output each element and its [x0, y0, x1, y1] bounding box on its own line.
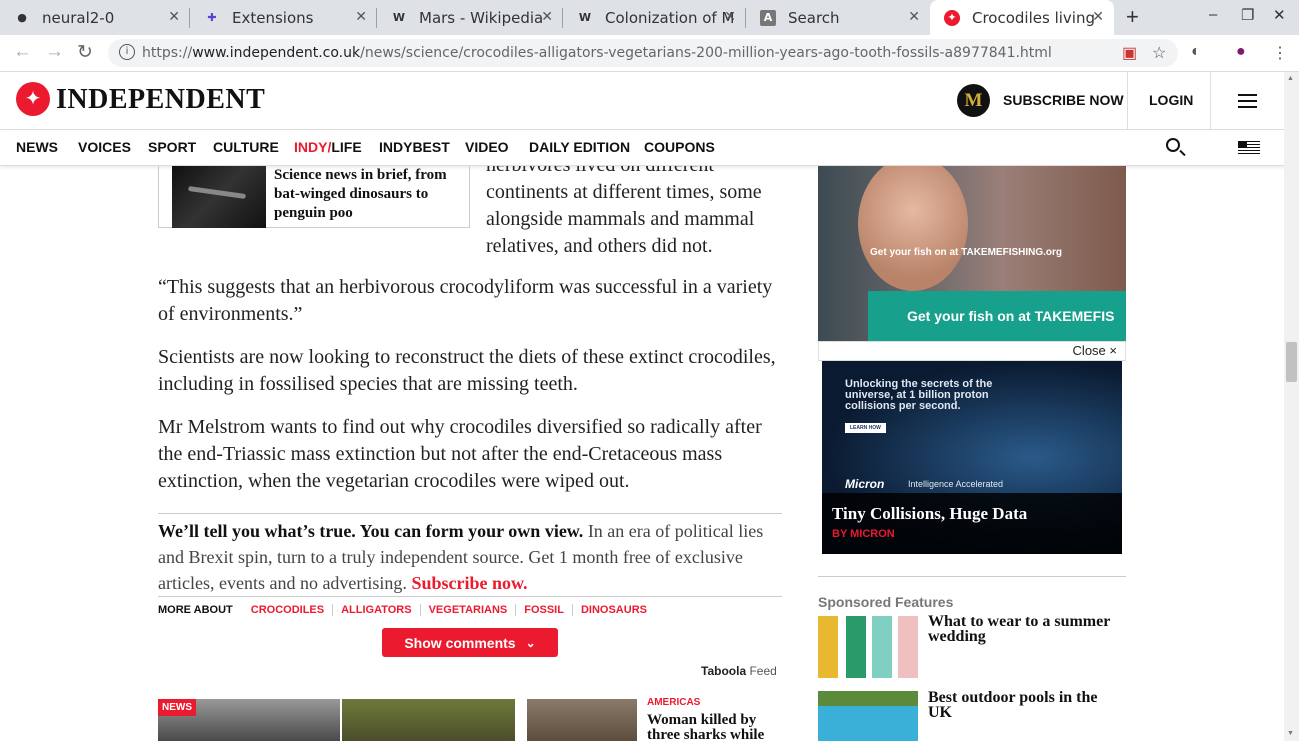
us-flag-icon[interactable]	[1238, 141, 1260, 155]
close-tab-icon[interactable]: ✕	[541, 9, 553, 25]
micron-logo: Micron	[845, 477, 885, 491]
show-comments-button[interactable]: Show comments ⌄	[382, 628, 558, 657]
card-section-label: AMERICAS	[647, 697, 701, 708]
github-icon: ●	[17, 11, 27, 24]
wikipedia-icon: W	[392, 11, 406, 24]
close-tab-icon[interactable]: ✕	[724, 9, 736, 25]
divider	[818, 576, 1126, 577]
tab-colonization[interactable]: W Colonization of M ✕	[563, 0, 746, 35]
back-icon[interactable]: ←	[13, 41, 32, 63]
related-article-title[interactable]: Science news in brief, from bat-winged d…	[274, 166, 464, 223]
ad-banner[interactable]: Get your fish on at TAKEMEFIS	[868, 291, 1126, 341]
nav-video[interactable]: VIDEO	[465, 139, 509, 155]
related-article-card[interactable]: Science news in brief, from bat-winged d…	[158, 166, 470, 228]
nav-indybest[interactable]: INDYBEST	[379, 139, 450, 155]
ad-image	[858, 166, 968, 291]
chrome-menu-icon[interactable]: ⋮	[1272, 43, 1288, 63]
tab-search[interactable]: A Search ✕	[746, 0, 930, 35]
window-close-icon[interactable]: ✕	[1273, 6, 1286, 24]
feed-card-title[interactable]: Woman killed by three sharks while	[647, 713, 777, 741]
related-thumbnail	[172, 166, 266, 228]
ad-sponsor: BY MICRON	[832, 528, 895, 540]
close-tab-icon[interactable]: ✕	[355, 9, 367, 25]
sponsored-title[interactable]: Best outdoor pools in the UK	[928, 690, 1123, 721]
tab-extensions[interactable]: ✚ Extensions ✕	[190, 0, 377, 35]
eagle-logo-icon[interactable]: ✦	[16, 82, 50, 116]
article-paragraph: Scientists are now looking to reconstruc…	[158, 346, 776, 395]
feed-card-image[interactable]	[342, 699, 515, 741]
subscribe-link[interactable]: Subscribe now.	[411, 573, 527, 593]
nav-voices[interactable]: VOICES	[78, 139, 131, 155]
search-tab-icon: A	[760, 9, 776, 26]
tag-dinosaurs[interactable]: DINOSAURS	[573, 604, 655, 616]
article-paragraph: Mr Melstrom wants to find out why crocod…	[158, 416, 762, 492]
main-nav: NEWS VOICES SPORT CULTURE INDY/LIFE INDY…	[0, 130, 1284, 166]
sponsored-features-heading: Sponsored Features	[818, 594, 954, 610]
scroll-up-icon[interactable]: ▲	[1287, 75, 1294, 82]
close-ad-button[interactable]: Close ×	[818, 341, 1126, 361]
chevron-down-icon: ⌄	[525, 635, 536, 650]
article-body: Science news in brief, from bat-winged d…	[158, 166, 782, 741]
address-toolbar: ← → ↻ i https://www.independent.co.uk/ne…	[0, 35, 1299, 72]
independent-icon: ✦	[944, 9, 960, 26]
site-logo[interactable]: INDEPENDENT	[56, 84, 265, 116]
sponsored-title[interactable]: What to wear to a summer wedding	[928, 614, 1123, 645]
micron-ad[interactable]: Unlocking the secrets of the universe, a…	[822, 361, 1122, 554]
tab-mars[interactable]: W Mars - Wikipedia ✕	[377, 0, 563, 35]
bookmark-star-icon[interactable]: ☆	[1152, 43, 1166, 63]
article-paragraph: herbivores lived on different continents…	[486, 166, 762, 257]
news-badge: NEWS	[158, 699, 196, 716]
reload-icon[interactable]: ↻	[77, 41, 93, 64]
sponsored-thumbnail[interactable]	[818, 616, 918, 678]
restore-icon[interactable]: ❐	[1241, 6, 1254, 24]
membership-badge[interactable]: M	[957, 84, 990, 117]
tag-crocodiles[interactable]: CROCODILES	[243, 604, 334, 616]
sponsored-thumbnail[interactable]	[818, 691, 918, 741]
video-ad[interactable]: Get your fish on at TAKEMEFISHING.org Ge…	[818, 166, 1126, 341]
article-paragraph: “This suggests that an herbivorous croco…	[158, 276, 773, 325]
nav-coupons[interactable]: COUPONS	[644, 139, 715, 155]
nav-news[interactable]: NEWS	[16, 139, 58, 155]
site-info-icon[interactable]: i	[119, 44, 135, 60]
puzzle-icon: ✚	[207, 11, 217, 24]
url-input[interactable]: i https://www.independent.co.uk/news/sci…	[108, 39, 1178, 67]
subscription-promo: We’ll tell you what’s true. You can form…	[158, 513, 782, 596]
divider	[1127, 72, 1128, 130]
taboola-logo[interactable]: Taboola Feed	[701, 664, 777, 678]
scroll-down-icon[interactable]: ▼	[1287, 730, 1294, 737]
profile-avatar-icon[interactable]: ●	[1236, 43, 1246, 61]
search-icon[interactable]	[1166, 138, 1180, 152]
nav-culture[interactable]: CULTURE	[213, 139, 279, 155]
tab-crocodiles[interactable]: ✦ Crocodiles living ✕	[930, 0, 1114, 35]
blocked-popup-icon[interactable]: ▣	[1122, 43, 1137, 63]
tag-vegetarians[interactable]: VEGETARIANS	[421, 604, 517, 616]
subscribe-button[interactable]: SUBSCRIBE NOW	[1003, 92, 1124, 108]
more-about-tags: MORE ABOUT CROCODILES ALLIGATORS VEGETAR…	[158, 596, 782, 616]
page-scrollbar[interactable]: ▲ ▼	[1284, 72, 1299, 741]
divider	[1210, 72, 1211, 130]
scroll-thumb[interactable]	[1286, 342, 1297, 382]
close-tab-icon[interactable]: ✕	[168, 9, 180, 25]
close-tab-icon[interactable]: ✕	[908, 9, 920, 25]
site-header: ✦ INDEPENDENT M SUBSCRIBE NOW LOGIN	[0, 72, 1284, 130]
login-button[interactable]: LOGIN	[1149, 92, 1193, 108]
browser-tab-bar: ● neural2-0 ✕ ✚ Extensions ✕ W Mars - Wi…	[0, 0, 1299, 35]
menu-icon[interactable]	[1238, 94, 1257, 108]
forward-icon[interactable]: →	[45, 41, 64, 63]
tab-github[interactable]: ● neural2-0 ✕	[0, 0, 190, 35]
tag-fossil[interactable]: FOSSIL	[516, 604, 573, 616]
extension-icon[interactable]: ◐	[1191, 43, 1201, 61]
feed-card-image[interactable]	[527, 699, 637, 741]
close-tab-icon[interactable]: ✕	[1092, 9, 1104, 25]
learn-how-button[interactable]: LEARN HOW	[845, 423, 886, 433]
wikipedia-icon: W	[578, 11, 592, 24]
nav-daily-edition[interactable]: DAILY EDITION	[529, 139, 630, 155]
minimize-icon[interactable]: –	[1209, 6, 1217, 23]
nav-sport[interactable]: SPORT	[148, 139, 196, 155]
new-tab-icon[interactable]: +	[1126, 4, 1139, 30]
tag-alligators[interactable]: ALLIGATORS	[333, 604, 421, 616]
nav-indylife[interactable]: INDY/LIFE	[294, 139, 362, 155]
ad-title[interactable]: Tiny Collisions, Huge Data	[832, 504, 1027, 524]
